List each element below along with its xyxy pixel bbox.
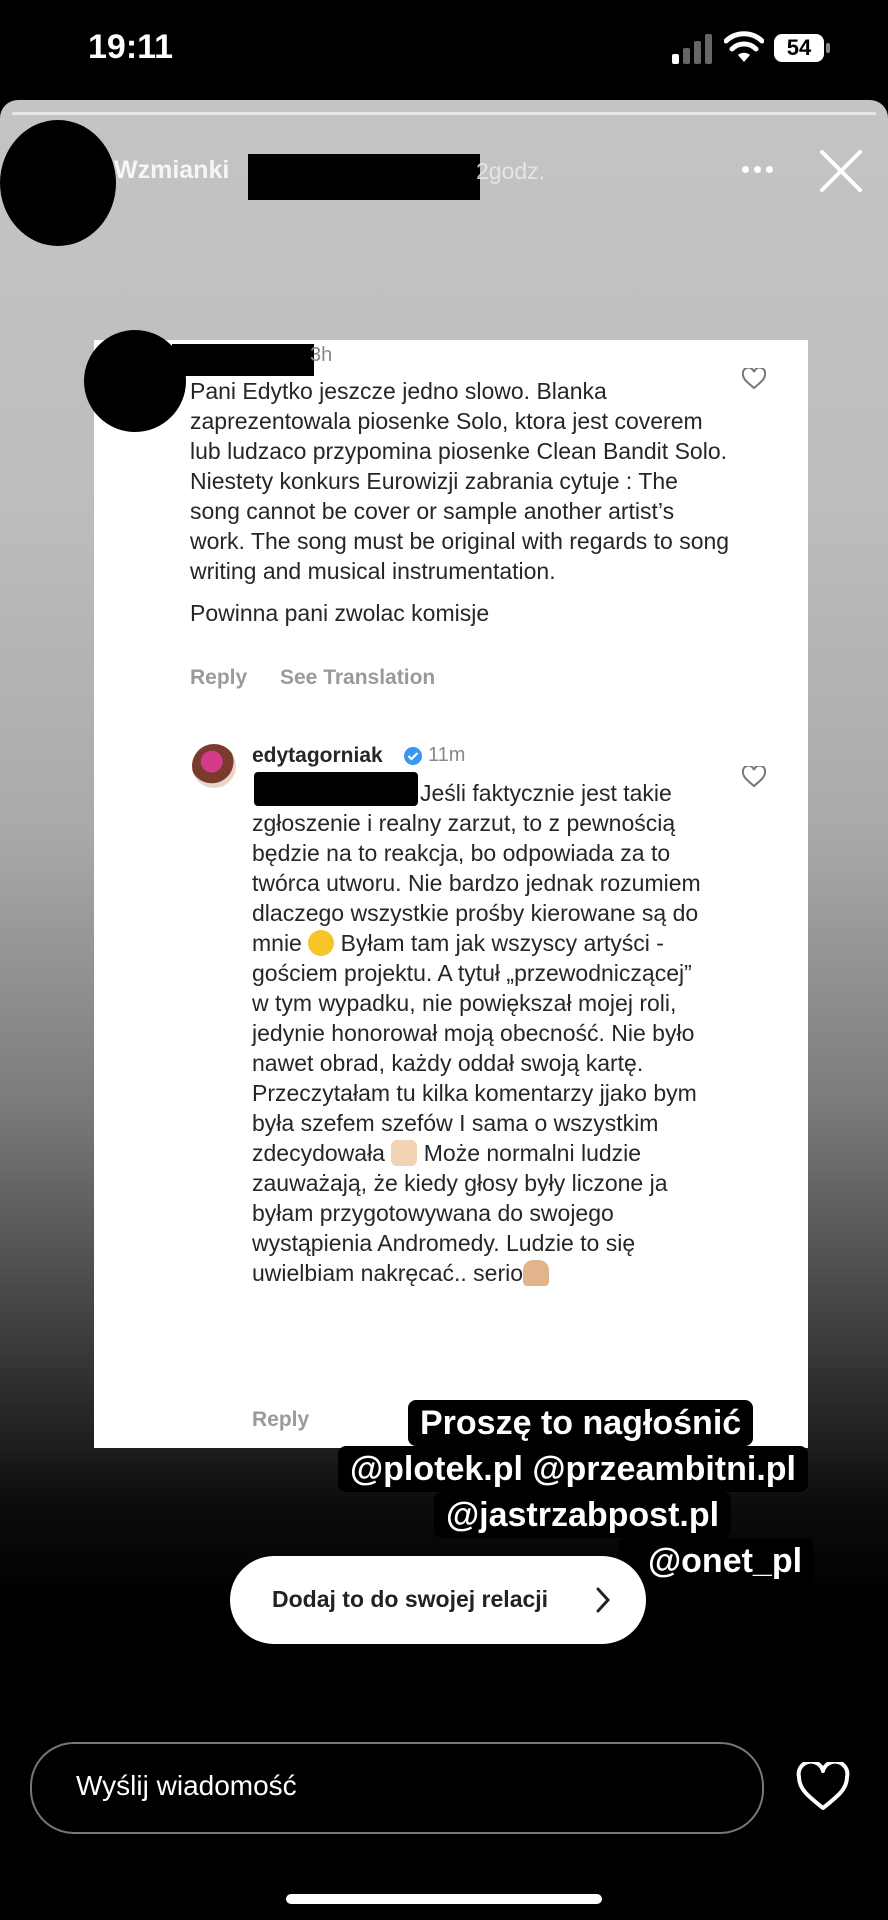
- story-time-ago: 2godz.: [476, 158, 546, 184]
- chevron-right-icon: [596, 1587, 611, 1613]
- home-indicator: [286, 1894, 602, 1904]
- story-author-avatar[interactable]: [0, 120, 116, 246]
- status-time: 19:11: [88, 28, 174, 66]
- story-caption-mentions[interactable]: @onet_pl: [618, 1538, 815, 1584]
- reply-author-avatar: [192, 744, 236, 788]
- verified-badge-icon: [404, 747, 422, 765]
- cellular-signal-icon: [672, 34, 712, 64]
- reply-text-part: Byłam tam jak wszyscy artyści - gościem …: [252, 930, 697, 1166]
- add-to-story-label: Dodaj to do swojej relacji: [272, 1586, 549, 1612]
- comment-paragraph: Powinna pani zwolac komisje: [190, 600, 490, 626]
- redaction-box: [254, 772, 418, 806]
- more-options-icon[interactable]: [738, 166, 778, 176]
- reply-link: Reply: [252, 1408, 310, 1431]
- redaction-box: [248, 154, 480, 200]
- reply-time: 11m: [428, 744, 466, 766]
- redaction-box: [172, 344, 314, 376]
- wifi-icon: [724, 31, 764, 62]
- comment-text: Pani Edytko jeszcze jedno slowo. Blanka …: [190, 376, 730, 640]
- story-caption-mentions[interactable]: @plotek.pl @przeambitni.pl: [338, 1446, 809, 1492]
- commenter-avatar: [84, 330, 186, 432]
- reply-author-username: edytagorniak: [252, 744, 383, 767]
- story-viewer[interactable]: Wzmianki 2godz. 3h Pani Edytko jeszcze j…: [0, 100, 888, 1730]
- send-message-placeholder: Wyślij wiadomość: [76, 1770, 297, 1801]
- add-to-story-button[interactable]: Dodaj to do swojej relacji: [230, 1556, 646, 1644]
- raised-hands-emoji-icon: [391, 1140, 418, 1166]
- like-heart-icon: [742, 368, 766, 390]
- flexed-biceps-emoji-icon: [523, 1260, 550, 1286]
- battery-level: 54: [774, 34, 824, 62]
- status-bar: 19:11 54: [0, 0, 888, 100]
- story-caption-mentions[interactable]: @jastrzabpost.pl: [434, 1492, 732, 1538]
- see-translation-link: See Translation: [280, 666, 436, 689]
- heart-icon[interactable]: [796, 1762, 850, 1812]
- story-progress-bar: [12, 112, 876, 115]
- send-message-input[interactable]: Wyślij wiadomość: [30, 1742, 764, 1834]
- smiley-emoji-icon: [308, 930, 335, 956]
- story-username[interactable]: Wzmianki: [114, 156, 229, 185]
- reply-link: Reply: [190, 666, 248, 689]
- like-heart-icon: [742, 766, 766, 788]
- battery-icon: 54: [774, 34, 832, 62]
- reply-text: Jeśli faktycznie jest takie zgłoszenie i…: [252, 778, 712, 1288]
- comment-paragraph: Pani Edytko jeszcze jedno slowo. Blanka …: [190, 378, 730, 584]
- comment-time: 3h: [310, 344, 333, 366]
- close-icon[interactable]: [818, 148, 864, 194]
- story-caption-line: Proszę to nagłośnić: [408, 1400, 754, 1446]
